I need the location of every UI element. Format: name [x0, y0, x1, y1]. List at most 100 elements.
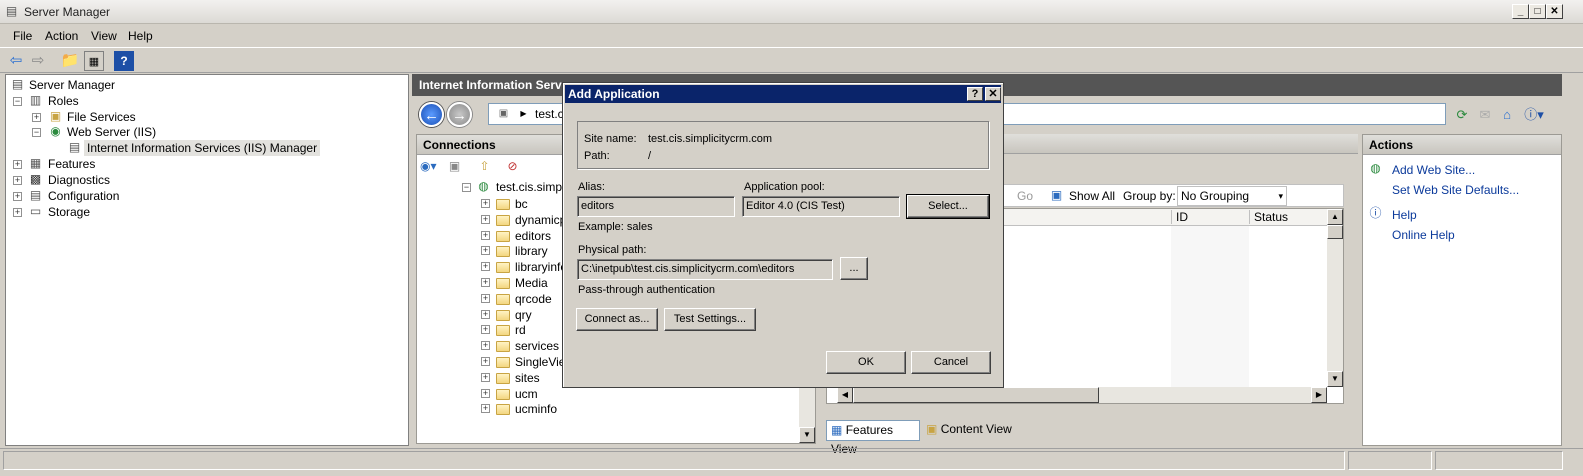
collapse-web-server-expander[interactable]: −: [32, 128, 41, 137]
refresh-icon[interactable]: ⟳: [1452, 105, 1472, 125]
tree-item-folder[interactable]: ucm: [515, 386, 538, 402]
tree-item-features[interactable]: Features: [48, 156, 95, 172]
up-folder-icon[interactable]: 📁: [60, 51, 80, 71]
connect-icon[interactable]: ◉▾: [420, 159, 437, 174]
cancel-button[interactable]: Cancel: [911, 351, 991, 374]
maximize-button[interactable]: □: [1529, 4, 1546, 19]
ok-button[interactable]: OK: [826, 351, 906, 374]
folder-expander[interactable]: +: [481, 214, 490, 224]
toolbar: ⇦ ⇨ 📁 ▦ ?: [0, 47, 1583, 73]
grid-scroll-down-button[interactable]: ▼: [1327, 371, 1343, 387]
tree-item-diagnostics[interactable]: Diagnostics: [48, 172, 110, 188]
show-hide-console-icon[interactable]: ▦: [84, 51, 104, 71]
scroll-down-button[interactable]: ▼: [799, 427, 815, 443]
back-nav-button[interactable]: ←: [419, 102, 444, 127]
grid-hscroll-thumb[interactable]: [853, 387, 1099, 403]
tree-item-folder[interactable]: dynamicp: [515, 212, 566, 228]
collapse-roles-expander[interactable]: −: [13, 97, 22, 106]
grid-scroll-up-button[interactable]: ▲: [1327, 209, 1343, 225]
tree-item-folder[interactable]: bc: [515, 196, 528, 212]
tree-item-folder[interactable]: rd: [515, 322, 526, 338]
dialog-close-button[interactable]: ✕: [985, 87, 1001, 101]
expand-storage-expander[interactable]: +: [13, 208, 22, 217]
help-link[interactable]: Help: [1392, 208, 1417, 222]
folder-expander[interactable]: +: [481, 341, 490, 351]
up-level-icon[interactable]: ⇧: [477, 159, 492, 174]
help-dropdown-icon[interactable]: ⓘ▾: [1524, 105, 1544, 125]
breadcrumb-arrow-icon[interactable]: ▶: [516, 106, 531, 121]
go-button[interactable]: Go: [1017, 189, 1033, 203]
folder-expander[interactable]: +: [481, 357, 490, 366]
forward-nav-button[interactable]: →: [447, 102, 472, 127]
browse-button[interactable]: ...: [840, 257, 868, 280]
folder-expander[interactable]: +: [481, 404, 490, 414]
minimize-button[interactable]: _: [1512, 4, 1529, 19]
tree-item-roles[interactable]: Roles: [48, 93, 79, 109]
folder-expander[interactable]: +: [481, 278, 490, 287]
tree-item-folder[interactable]: services: [515, 338, 559, 354]
set-defaults-link[interactable]: Set Web Site Defaults...: [1392, 183, 1519, 197]
column-id[interactable]: ID: [1171, 210, 1249, 224]
stop-icon[interactable]: ✉: [1475, 105, 1495, 125]
tree-item-folder[interactable]: ucminfo: [515, 401, 557, 417]
add-web-site-link[interactable]: Add Web Site...: [1392, 163, 1475, 177]
forward-arrow-icon[interactable]: ⇨: [28, 51, 48, 71]
physical-path-field[interactable]: C:\inetpub\test.cis.simplicitycrm.com\ed…: [577, 259, 833, 280]
folder-icon: [496, 388, 510, 400]
help-icon[interactable]: ?: [114, 51, 134, 71]
grid-scroll-left-button[interactable]: ◀: [837, 387, 853, 403]
folder-expander[interactable]: +: [481, 388, 490, 398]
collapse-site-expander[interactable]: −: [462, 183, 471, 192]
folder-expander[interactable]: +: [481, 246, 490, 256]
folder-expander[interactable]: +: [481, 372, 490, 382]
dialog-help-button[interactable]: ?: [967, 87, 983, 101]
tree-item-folder[interactable]: sites: [515, 370, 540, 386]
tree-item-folder[interactable]: qry: [515, 307, 532, 323]
alias-field[interactable]: editors: [577, 196, 735, 217]
expand-diagnostics-expander[interactable]: +: [13, 176, 22, 185]
folder-icon: [496, 293, 510, 305]
folder-expander[interactable]: +: [481, 325, 490, 335]
content-view-tab[interactable]: ▣ Content View: [924, 420, 1018, 441]
group-by-select[interactable]: No Grouping ▾: [1177, 186, 1287, 206]
disconnect-icon[interactable]: ⊘: [505, 159, 520, 174]
folder-expander[interactable]: +: [481, 199, 490, 208]
menu-help[interactable]: Help: [128, 29, 153, 43]
tree-item-folder[interactable]: libraryinfc: [515, 259, 566, 275]
folder-expander[interactable]: +: [481, 309, 490, 319]
expand-configuration-expander[interactable]: +: [13, 192, 22, 201]
grid-scroll-thumb[interactable]: [1327, 225, 1343, 239]
expand-features-expander[interactable]: +: [13, 160, 22, 169]
tree-item-file-services[interactable]: File Services: [67, 109, 136, 125]
tree-item-storage[interactable]: Storage: [48, 204, 90, 220]
test-settings-button[interactable]: Test Settings...: [664, 308, 756, 331]
grid-hscrollbar[interactable]: ◀ ▶: [837, 387, 1327, 403]
save-icon[interactable]: ▣: [447, 159, 462, 174]
close-button[interactable]: ✕: [1546, 4, 1563, 19]
back-arrow-icon[interactable]: ⇦: [6, 51, 26, 71]
tree-item-folder[interactable]: qrcode: [515, 291, 552, 307]
column-status[interactable]: Status: [1249, 210, 1329, 224]
show-all-button[interactable]: Show All: [1069, 189, 1115, 203]
menu-action[interactable]: Action: [45, 29, 78, 43]
tree-item-folder[interactable]: editors: [515, 228, 551, 244]
select-pool-button[interactable]: Select...: [906, 194, 990, 219]
connect-as-button[interactable]: Connect as...: [576, 308, 658, 331]
tree-item-iis-manager[interactable]: Internet Information Services (IIS) Mana…: [84, 140, 321, 156]
tree-item-folder[interactable]: Media: [515, 275, 548, 291]
tree-item-web-server[interactable]: Web Server (IIS): [67, 124, 156, 140]
grid-vscrollbar[interactable]: ▲ ▼: [1327, 209, 1343, 387]
tree-item-folder[interactable]: library: [515, 243, 548, 259]
home-icon[interactable]: ⌂: [1497, 105, 1517, 125]
online-help-link[interactable]: Online Help: [1392, 228, 1455, 242]
tree-item-configuration[interactable]: Configuration: [48, 188, 119, 204]
folder-expander[interactable]: +: [481, 262, 490, 272]
folder-expander[interactable]: +: [481, 293, 490, 303]
menu-view[interactable]: View: [91, 29, 117, 43]
menu-file[interactable]: File: [13, 29, 32, 43]
grid-scroll-right-button[interactable]: ▶: [1311, 387, 1327, 403]
expand-file-services-expander[interactable]: +: [32, 113, 41, 122]
tree-item-server-manager[interactable]: Server Manager: [29, 77, 115, 93]
folder-expander[interactable]: +: [481, 230, 490, 240]
features-view-tab[interactable]: ▦ Features View: [826, 420, 920, 456]
